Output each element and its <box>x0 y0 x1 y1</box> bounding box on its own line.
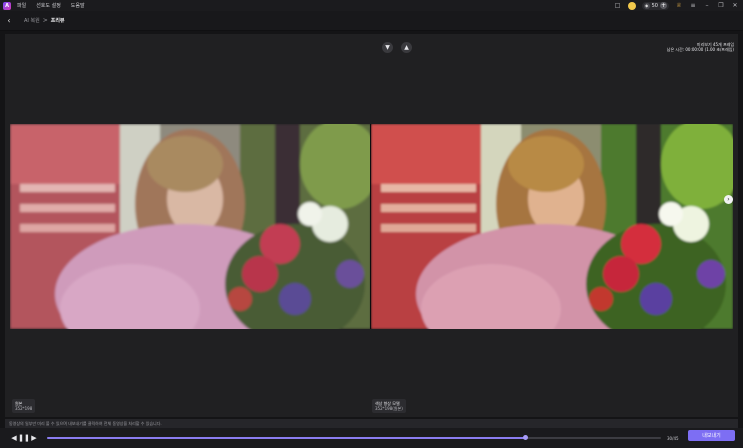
credits-badge[interactable]: ◆ 50 + <box>641 1 669 10</box>
original-image <box>10 124 371 329</box>
avatar[interactable] <box>627 1 636 10</box>
original-resolution: 352*198 <box>15 406 33 411</box>
title-bar: A 파일 선호도 설정 도움말 □ ◆ 50 + ♕ ≡ – ❐ ✕ <box>0 0 743 11</box>
playback-controls: ◀ ❚❚ ▶ 30/45 내보내기 <box>0 428 743 448</box>
pause-button[interactable]: ❚❚ <box>18 433 30 443</box>
feedback-buttons: ▼ ▲ <box>382 42 412 53</box>
thumbs-up-icon: ▲ <box>404 44 409 51</box>
enhanced-image <box>371 124 733 329</box>
chevron-right-icon: › <box>727 196 730 203</box>
original-video-frame <box>10 124 371 329</box>
frame-counter: 30/45 <box>667 435 679 441</box>
timeline-knob[interactable] <box>523 435 529 440</box>
enhanced-resolution: 352*198(원본) <box>375 406 403 411</box>
timeline-slider[interactable] <box>47 435 661 440</box>
remaining-time: 남은 시간: 00:00:00 (1.00 초/프레임) <box>666 47 734 52</box>
add-credits-icon[interactable]: + <box>660 2 667 9</box>
menu-bar: 파일 선호도 설정 도움말 <box>17 2 85 9</box>
credit-count: 50 <box>651 2 658 9</box>
step-forward-icon: ▶ <box>31 434 37 442</box>
original-label-tag: 원본 352*198 <box>12 399 36 413</box>
crown-icon[interactable]: ♕ <box>675 2 683 10</box>
preview-notice: 동영상의 일부만 미리 볼 수 있으며 내보내기를 클릭하여 전체 동영상을 처… <box>5 419 738 428</box>
close-icon[interactable]: ✕ <box>731 2 739 10</box>
app-logo-icon: A <box>3 1 11 10</box>
chevron-left-icon: ‹ <box>7 16 11 25</box>
menu-file[interactable]: 파일 <box>17 2 26 9</box>
breadcrumb-bar: ‹ AI 복원 > 프리뷰 <box>0 11 743 31</box>
minimize-icon[interactable]: – <box>703 2 711 10</box>
thumbs-down-icon: ▼ <box>385 44 390 51</box>
back-button[interactable]: ‹ <box>4 16 14 26</box>
menu-preferences[interactable]: 선호도 설정 <box>36 2 61 9</box>
preview-info: 미리보기 45개 프레임 남은 시간: 00:00:00 (1.00 초/프레임… <box>667 42 734 52</box>
timeline-progress <box>47 437 526 439</box>
message-icon[interactable]: □ <box>614 2 622 10</box>
export-button[interactable]: 내보내기 <box>688 430 735 441</box>
next-frame-button[interactable]: ▶ <box>29 433 39 443</box>
enhanced-label-tag: 색상 향상 모델 352*198(원본) <box>372 399 406 413</box>
breadcrumb-current: 프리뷰 <box>50 18 65 24</box>
breadcrumb-separator: > <box>42 17 48 24</box>
notice-text: 동영상의 일부만 미리 볼 수 있으며 내보내기를 클릭하여 전체 동영상을 처… <box>9 420 162 426</box>
breadcrumb-parent[interactable]: AI 복원 <box>24 17 40 24</box>
breadcrumb: AI 복원 > 프리뷰 <box>24 17 65 24</box>
thumbs-down-button[interactable]: ▼ <box>382 42 393 53</box>
preview-area: ▼ ▲ 미리보기 45개 프레임 남은 시간: 00:00:00 (1.00 초… <box>5 34 738 417</box>
maximize-icon[interactable]: ❐ <box>717 2 725 10</box>
menu-help[interactable]: 도움말 <box>71 2 85 9</box>
enhanced-video-frame <box>371 124 733 329</box>
credit-icon: ◆ <box>643 2 650 9</box>
step-back-icon: ◀ <box>11 434 17 442</box>
thumbs-up-button[interactable]: ▲ <box>401 42 412 53</box>
compare-handle[interactable]: › <box>724 195 733 204</box>
titlebar-right: □ ◆ 50 + ♕ ≡ – ❐ ✕ <box>614 0 739 11</box>
hamburger-menu-icon[interactable]: ≡ <box>689 2 697 10</box>
